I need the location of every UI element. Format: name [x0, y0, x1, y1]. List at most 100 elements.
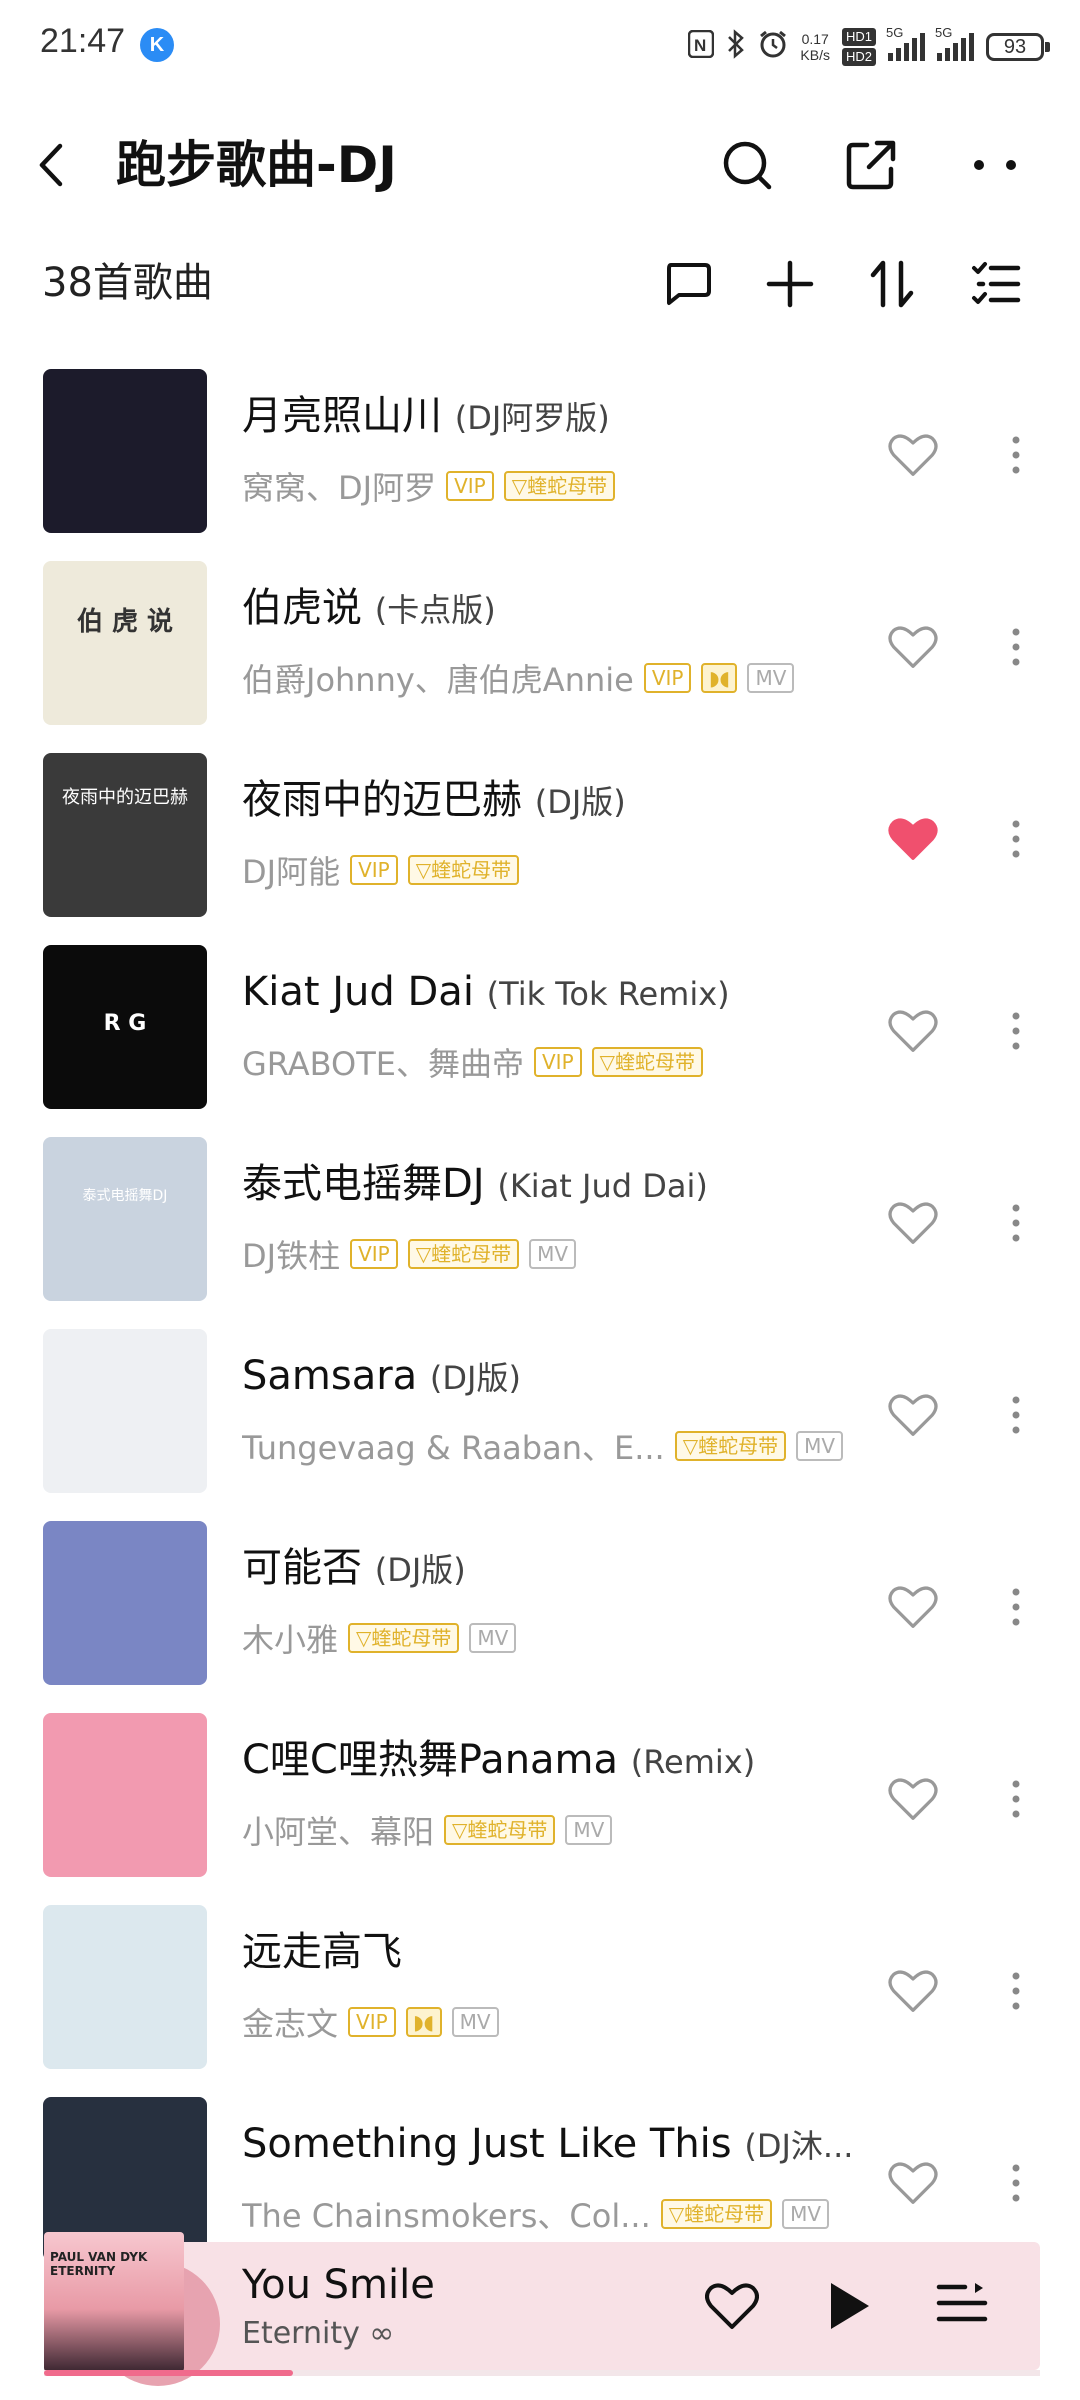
player-cover: PAUL VAN DYK ETERNITY — [44, 2232, 184, 2372]
song-title-text: Kiat Jud Dai — [242, 969, 474, 1015]
song-meta: GRABOTE、舞曲帝 VIP ▽蝰蛇母带 — [242, 1040, 872, 1084]
like-button[interactable] — [878, 1956, 948, 2026]
song-row[interactable]: Samsara (DJ版) Tungevaag & Raaban、E... ▽蝰蛇母… — [0, 1322, 1080, 1514]
search-button[interactable] — [712, 130, 782, 200]
sort-icon — [870, 260, 914, 308]
more-vertical-icon — [1012, 820, 1020, 858]
song-more-button[interactable] — [990, 420, 1042, 490]
like-button[interactable] — [878, 612, 948, 682]
song-meta: 窝窝、DJ阿罗 VIP ▽蝰蛇母带 — [242, 464, 872, 508]
song-cover — [43, 369, 207, 533]
viper-master-label: 蝰蛇母带 — [684, 2202, 765, 2226]
more-icon — [974, 160, 1016, 170]
song-more-button[interactable] — [990, 1956, 1042, 2026]
comment-button[interactable] — [658, 254, 718, 314]
viper-master-badge: ▽蝰蛇母带 — [503, 471, 616, 501]
song-more-button[interactable] — [990, 1188, 1042, 1258]
song-title: Samsara (DJ版) — [242, 1350, 862, 1404]
like-button[interactable] — [878, 1572, 948, 1642]
heart-icon — [888, 626, 938, 668]
like-button[interactable] — [878, 1380, 948, 1450]
more-vertical-icon — [1012, 1012, 1020, 1050]
viper-icon: ▽ — [415, 1242, 432, 1266]
more-vertical-icon — [1012, 2164, 1020, 2202]
song-row[interactable]: 泰式电摇舞DJ 泰式电摇舞DJ (Kiat Jud Dai) DJ铁柱 VIP ▽蝰蛇母… — [0, 1130, 1080, 1322]
cover-text: 伯 虎 说 — [76, 607, 174, 637]
cover-text: R G — [103, 1011, 147, 1036]
player-progress-bar[interactable] — [44, 2370, 1040, 2376]
song-title-text: Samsara — [242, 1353, 418, 1399]
sort-button[interactable] — [862, 254, 922, 314]
vip-badge: VIP — [350, 855, 398, 885]
share-button[interactable] — [836, 130, 906, 200]
viper-master-badge: ▽蝰蛇母带 — [407, 855, 520, 885]
net-speed-unit: KB/s — [800, 47, 830, 63]
song-more-button[interactable] — [990, 996, 1042, 1066]
song-row[interactable]: R G Kiat Jud Dai (Tik Tok Remix) GRABOTE、舞… — [0, 938, 1080, 1130]
multi-select-button[interactable] — [966, 254, 1026, 314]
viper-master-badge: ▽蝰蛇母带 — [348, 1623, 460, 1653]
like-button[interactable] — [878, 996, 948, 1066]
status-bar: 21:47 K N 0.17 KB/s HD1 HD2 5G 5G 93 — [0, 0, 1080, 96]
player-playlist-button[interactable] — [924, 2268, 1000, 2344]
play-icon — [831, 2283, 869, 2329]
song-title-text: C哩C哩热舞Panama — [242, 1737, 619, 1783]
back-button[interactable] — [22, 132, 88, 198]
heart-icon — [888, 1778, 938, 1820]
more-button[interactable] — [960, 130, 1030, 200]
add-button[interactable] — [760, 254, 820, 314]
mini-player[interactable]: PAUL VAN DYK ETERNITY You Smile Eternity… — [44, 2232, 1040, 2386]
song-row[interactable]: 夜雨中的迈巴赫 夜雨中的迈巴赫 (DJ版) DJ阿能 VIP ▽蝰蛇母带 — [0, 746, 1080, 938]
song-title: Kiat Jud Dai (Tik Tok Remix) — [242, 966, 862, 1020]
song-row[interactable]: 伯 虎 说 伯虎说 (卡点版) 伯爵Johnny、唐伯虎Annie VIP ◗◖ MV — [0, 554, 1080, 746]
song-artist: 伯爵Johnny、唐伯虎Annie — [242, 661, 634, 699]
song-cover — [43, 1905, 207, 2069]
song-more-button[interactable] — [990, 1380, 1042, 1450]
like-button[interactable] — [878, 2148, 948, 2218]
heart-icon — [888, 818, 938, 860]
player-play-button[interactable] — [810, 2268, 886, 2344]
song-row[interactable]: 远走高飞 金志文 VIP ◗◖ MV — [0, 1898, 1080, 2090]
song-cover: 伯 虎 说 — [43, 561, 207, 725]
song-version: (Kiat Jud Dai) — [497, 1167, 708, 1205]
viper-icon: ▽ — [452, 1818, 468, 1842]
header: 跑步歌曲-DJ — [0, 110, 1080, 220]
status-icons: N 0.17 KB/s HD1 HD2 5G 5G 93 — [688, 24, 1050, 70]
song-title-text: 可能否 — [242, 1545, 362, 1591]
alarm-icon — [758, 29, 788, 66]
song-version: (DJ版) — [429, 1359, 521, 1397]
like-button[interactable] — [878, 1764, 948, 1834]
mv-badge: MV — [469, 1623, 517, 1653]
like-button[interactable] — [878, 1188, 948, 1258]
viper-master-badge: ▽蝰蛇母带 — [444, 1815, 556, 1845]
song-title: 夜雨中的迈巴赫 (DJ版) — [242, 774, 862, 828]
song-more-button[interactable] — [990, 2148, 1042, 2218]
more-vertical-icon — [1012, 1972, 1020, 2010]
song-more-button[interactable] — [990, 1572, 1042, 1642]
bluetooth-icon — [726, 28, 746, 66]
song-artist: Tungevaag & Raaban、E... — [242, 1429, 665, 1467]
song-artist: 木小雅 — [242, 1621, 339, 1659]
song-row[interactable]: 可能否 (DJ版) 木小雅 ▽蝰蛇母带 MV — [0, 1514, 1080, 1706]
mv-badge: MV — [451, 2007, 499, 2037]
song-row[interactable]: C哩C哩热舞Panama (Remix) 小阿堂、幕阳 ▽蝰蛇母带 MV — [0, 1706, 1080, 1898]
vip-badge: VIP — [350, 1239, 398, 1269]
song-version: (DJ版) — [534, 783, 626, 821]
player-like-button[interactable] — [694, 2268, 770, 2344]
like-button[interactable] — [878, 804, 948, 874]
player-cover-text: PAUL VAN DYK ETERNITY — [50, 2250, 148, 2278]
song-count: 38首歌曲 — [42, 260, 213, 306]
battery-icon: 93 — [986, 33, 1050, 61]
song-more-button[interactable] — [990, 804, 1042, 874]
like-button[interactable] — [878, 420, 948, 490]
signal-2-label: 5G — [935, 25, 953, 40]
back-icon — [39, 143, 63, 187]
nfc-icon: N — [688, 29, 715, 65]
song-more-button[interactable] — [990, 612, 1042, 682]
svg-text:N: N — [694, 36, 706, 55]
signal-2-icon: 5G — [935, 25, 974, 61]
more-vertical-icon — [1012, 1588, 1020, 1626]
song-more-button[interactable] — [990, 1764, 1042, 1834]
viper-icon: ▽ — [682, 1434, 699, 1458]
song-row[interactable]: 月亮照山川 (DJ阿罗版) 窝窝、DJ阿罗 VIP ▽蝰蛇母带 — [0, 362, 1080, 554]
